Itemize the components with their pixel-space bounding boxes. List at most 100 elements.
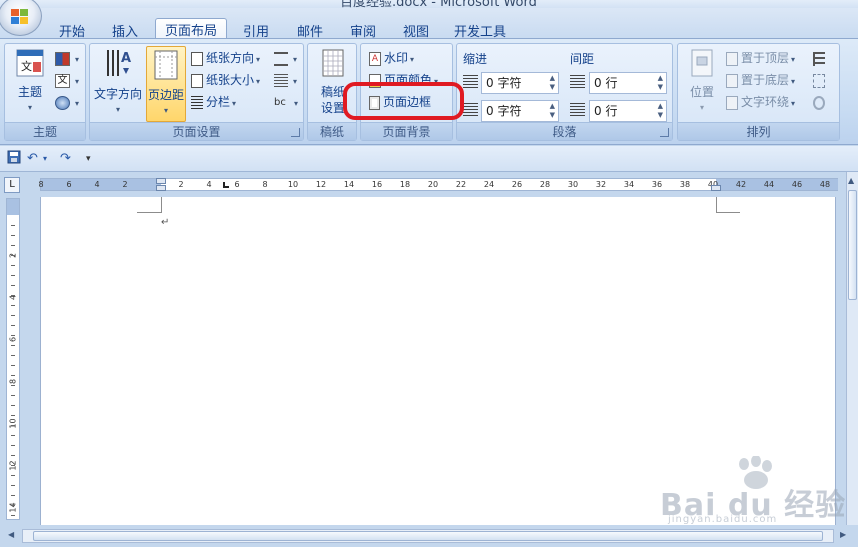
text-wrap-button[interactable]: 文字环绕 ▾ <box>726 92 795 112</box>
redo-icon[interactable]: ↷ <box>60 150 71 168</box>
vertical-ruler-tick <box>11 355 15 356</box>
scroll-up-icon[interactable]: ▲ <box>848 176 854 185</box>
undo-dropdown-icon[interactable]: ▾ <box>43 150 47 168</box>
indent-left-input[interactable]: 0 字符 ▲ ▼ <box>481 72 559 94</box>
indent-left-spin-icon[interactable]: ▲ ▼ <box>550 74 555 92</box>
ruler-number: 36 <box>651 180 663 189</box>
ruler-number: 28 <box>539 180 551 189</box>
theme-effects-icon <box>55 95 70 110</box>
group-objects-button[interactable] <box>813 70 828 90</box>
customize-qat-icon[interactable]: ▾ <box>86 150 91 168</box>
vertical-ruler-tick <box>11 325 15 326</box>
crop-mark-top-right-v <box>716 197 717 213</box>
vertical-ruler-tick <box>11 245 15 246</box>
align-icon <box>813 51 825 66</box>
vertical-ruler-tick <box>11 265 15 266</box>
spacing-after-spin-icon[interactable]: ▲ ▼ <box>658 102 663 120</box>
first-line-indent-marker[interactable] <box>156 178 166 184</box>
crop-mark-top-left-h <box>137 212 161 213</box>
align-button[interactable] <box>813 48 828 68</box>
horizontal-scrollbar[interactable]: ◀ ▶ <box>0 525 858 547</box>
columns-label: 分栏 <box>206 95 231 109</box>
right-indent-marker[interactable] <box>711 185 721 191</box>
vertical-ruler-tick <box>11 295 15 296</box>
group-label-themes: 主题 <box>5 122 85 140</box>
hyphenation-button[interactable]: bc ▾ <box>274 92 298 112</box>
hanging-indent-marker[interactable] <box>156 185 166 191</box>
themes-button[interactable]: 文 主题 ▾ <box>9 48 51 116</box>
watermark-url: jingyan.baidu.com <box>668 514 778 525</box>
vertical-scroll-thumb[interactable] <box>848 190 857 300</box>
vertical-ruler-tick <box>11 485 15 486</box>
paper-size-icon <box>191 73 203 88</box>
margins-icon <box>154 50 178 80</box>
ruler-number: 22 <box>455 180 467 189</box>
horizontal-ruler[interactable]: 8642246810121416182022242628303234363840… <box>38 178 838 191</box>
text-direction-button[interactable]: A 文字方向 ▾ <box>92 48 144 118</box>
ruler-number: 30 <box>567 180 579 189</box>
vertical-ruler[interactable]: 2468101214 <box>6 198 20 520</box>
group-arrange: 位置 ▾ 置于顶层 ▾ 置于底层 ▾ 文字环绕 ▾ 排列 <box>677 43 840 141</box>
spacing-after-value: 0 行 <box>594 104 618 118</box>
tab-stop-marker[interactable] <box>223 182 229 188</box>
margins-button[interactable]: 页边距 ▾ <box>146 46 186 122</box>
scroll-left-icon[interactable]: ◀ <box>8 530 14 539</box>
vertical-ruler-tick <box>11 435 15 436</box>
theme-fonts-button[interactable]: 文 ▾ <box>55 70 79 90</box>
scroll-right-icon[interactable]: ▶ <box>840 530 846 539</box>
spacing-before-value: 0 行 <box>594 76 618 90</box>
send-to-back-button[interactable]: 置于底层 ▾ <box>726 70 795 90</box>
ruler-number: 8 <box>262 180 268 189</box>
save-icon[interactable] <box>7 150 21 168</box>
group-objects-icon <box>813 73 825 88</box>
draft-paper-icon <box>322 49 344 77</box>
breaks-icon <box>274 51 288 66</box>
paragraph-launcher-icon[interactable] <box>660 128 669 137</box>
vertical-ruler-tick <box>11 465 15 466</box>
spacing-after-input[interactable]: 0 行 ▲ ▼ <box>589 100 667 122</box>
ruler-number: 4 <box>206 180 212 189</box>
theme-colors-button[interactable]: ▾ <box>55 48 79 68</box>
spacing-before-input[interactable]: 0 行 ▲ ▼ <box>589 72 667 94</box>
vertical-ruler-tick <box>11 375 15 376</box>
vertical-ruler-number: 10 <box>8 418 18 429</box>
columns-icon <box>191 95 203 110</box>
undo-icon[interactable]: ↶ <box>27 150 38 168</box>
text-direction-label: 文字方向 <box>93 87 142 101</box>
theme-effects-button[interactable]: ▾ <box>55 92 79 112</box>
ribbon-tab-bar: 开始 插入 页面布局 引用 邮件 审阅 视图 开发工具 <box>0 8 858 48</box>
orientation-icon <box>191 51 203 66</box>
indent-right-value: 0 字符 <box>486 104 522 118</box>
vertical-ruler-tick <box>11 365 15 366</box>
position-button[interactable]: 位置 ▾ <box>682 48 722 116</box>
horizontal-scroll-track[interactable] <box>22 529 834 543</box>
breaks-button[interactable]: ▾ <box>274 48 297 68</box>
paper-size-label: 纸张大小 <box>206 73 255 87</box>
ruler-number: 24 <box>483 180 495 189</box>
spacing-after-icon <box>570 103 585 117</box>
text-direction-icon: A <box>107 50 131 76</box>
bring-to-front-button[interactable]: 置于顶层 ▾ <box>726 48 795 68</box>
group-paragraph: 缩进 间距 0 字符 ▲ ▼ 0 字符 ▲ ▼ 0 行 ▲ ▼ 0 行 ▲ ▼ 段落 <box>456 43 673 141</box>
ruler-number: 12 <box>315 180 327 189</box>
indent-right-spin-icon[interactable]: ▲ ▼ <box>550 102 555 120</box>
spacing-before-spin-icon[interactable]: ▲ ▼ <box>658 74 663 92</box>
ruler-number: 44 <box>763 180 775 189</box>
indent-right-icon <box>463 103 478 117</box>
rotate-button[interactable] <box>813 92 828 112</box>
columns-button[interactable]: 分栏 ▾ <box>191 92 236 112</box>
send-to-back-icon <box>726 73 738 88</box>
page-setup-launcher-icon[interactable] <box>291 128 300 137</box>
line-numbers-button[interactable]: ▾ <box>274 70 297 90</box>
indent-left-icon <box>463 75 478 89</box>
horizontal-scroll-thumb[interactable] <box>33 531 823 541</box>
ruler-number: 18 <box>399 180 411 189</box>
ruler-number: 32 <box>595 180 607 189</box>
orientation-button[interactable]: 纸张方向 ▾ <box>191 48 260 68</box>
tab-stop-selector[interactable]: L <box>4 177 20 193</box>
indent-right-input[interactable]: 0 字符 ▲ ▼ <box>481 100 559 122</box>
watermark-button[interactable]: A 水印 ▾ <box>369 48 414 68</box>
line-numbers-icon <box>274 73 288 88</box>
ruler-number: 10 <box>287 180 299 189</box>
paper-size-button[interactable]: 纸张大小 ▾ <box>191 70 260 90</box>
